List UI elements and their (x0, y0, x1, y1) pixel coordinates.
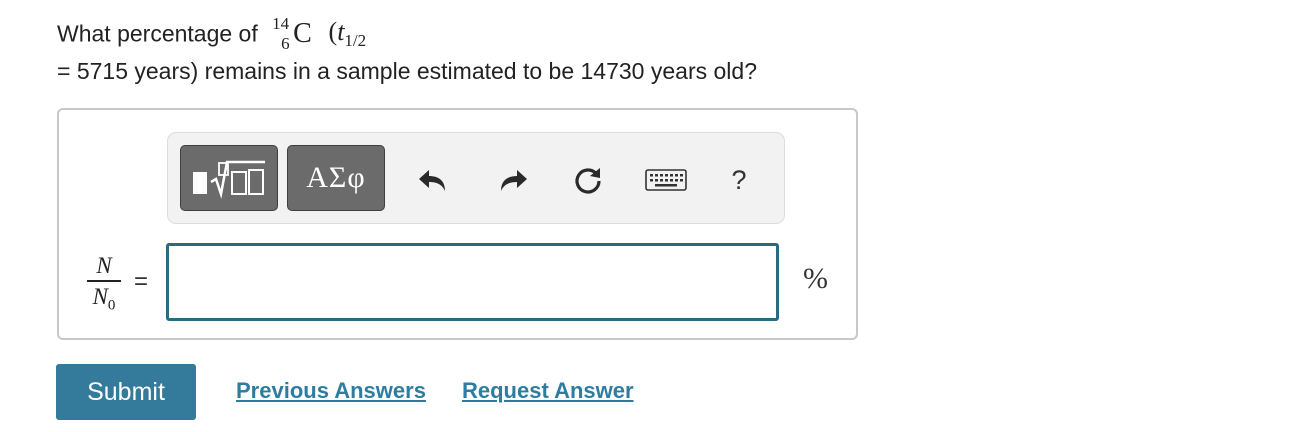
element-symbol: C (293, 18, 312, 49)
fraction-denominator-sub: 0 (107, 297, 116, 314)
carbon-14-nuclide: 14 6 C (268, 14, 316, 54)
unit-label: % (803, 262, 828, 295)
n-over-n0-fraction: N N0 (82, 252, 126, 314)
question-line-2: = 5715 years) remains in a sample estima… (57, 58, 757, 84)
half-life-subscript: 1/2 (344, 31, 367, 50)
atomic-number: 6 (281, 34, 290, 53)
equals-sign: = (134, 268, 149, 295)
answer-input[interactable] (166, 243, 779, 321)
half-life-expression: (t1/2 (329, 17, 367, 51)
reset-icon[interactable] (571, 163, 605, 197)
fraction-denominator: N0 (82, 282, 126, 314)
undo-icon[interactable] (416, 163, 450, 197)
math-toolbar: ΑΣφ ? (167, 132, 785, 224)
question-line-1: What percentage of 14 6 C (t1/2 (57, 14, 366, 54)
fraction-denominator-var: N (92, 284, 108, 309)
submit-button[interactable]: Submit (56, 364, 196, 420)
redo-icon[interactable] (496, 163, 530, 197)
greek-symbols-button[interactable]: ΑΣφ (287, 145, 385, 211)
templates-button[interactable] (180, 145, 278, 211)
request-answer-link[interactable]: Request Answer (462, 378, 634, 404)
help-icon[interactable]: ? (722, 163, 756, 197)
mass-number: 14 (272, 14, 290, 33)
half-life-paren: ( (328, 17, 338, 46)
templates-icon (193, 160, 265, 199)
keyboard-icon[interactable] (644, 163, 688, 197)
fraction-numerator: N (96, 253, 112, 278)
question-prefix: What percentage of (57, 20, 258, 47)
previous-answers-link[interactable]: Previous Answers (236, 378, 426, 404)
answer-box: ΑΣφ ? N N0 = % (57, 108, 858, 340)
